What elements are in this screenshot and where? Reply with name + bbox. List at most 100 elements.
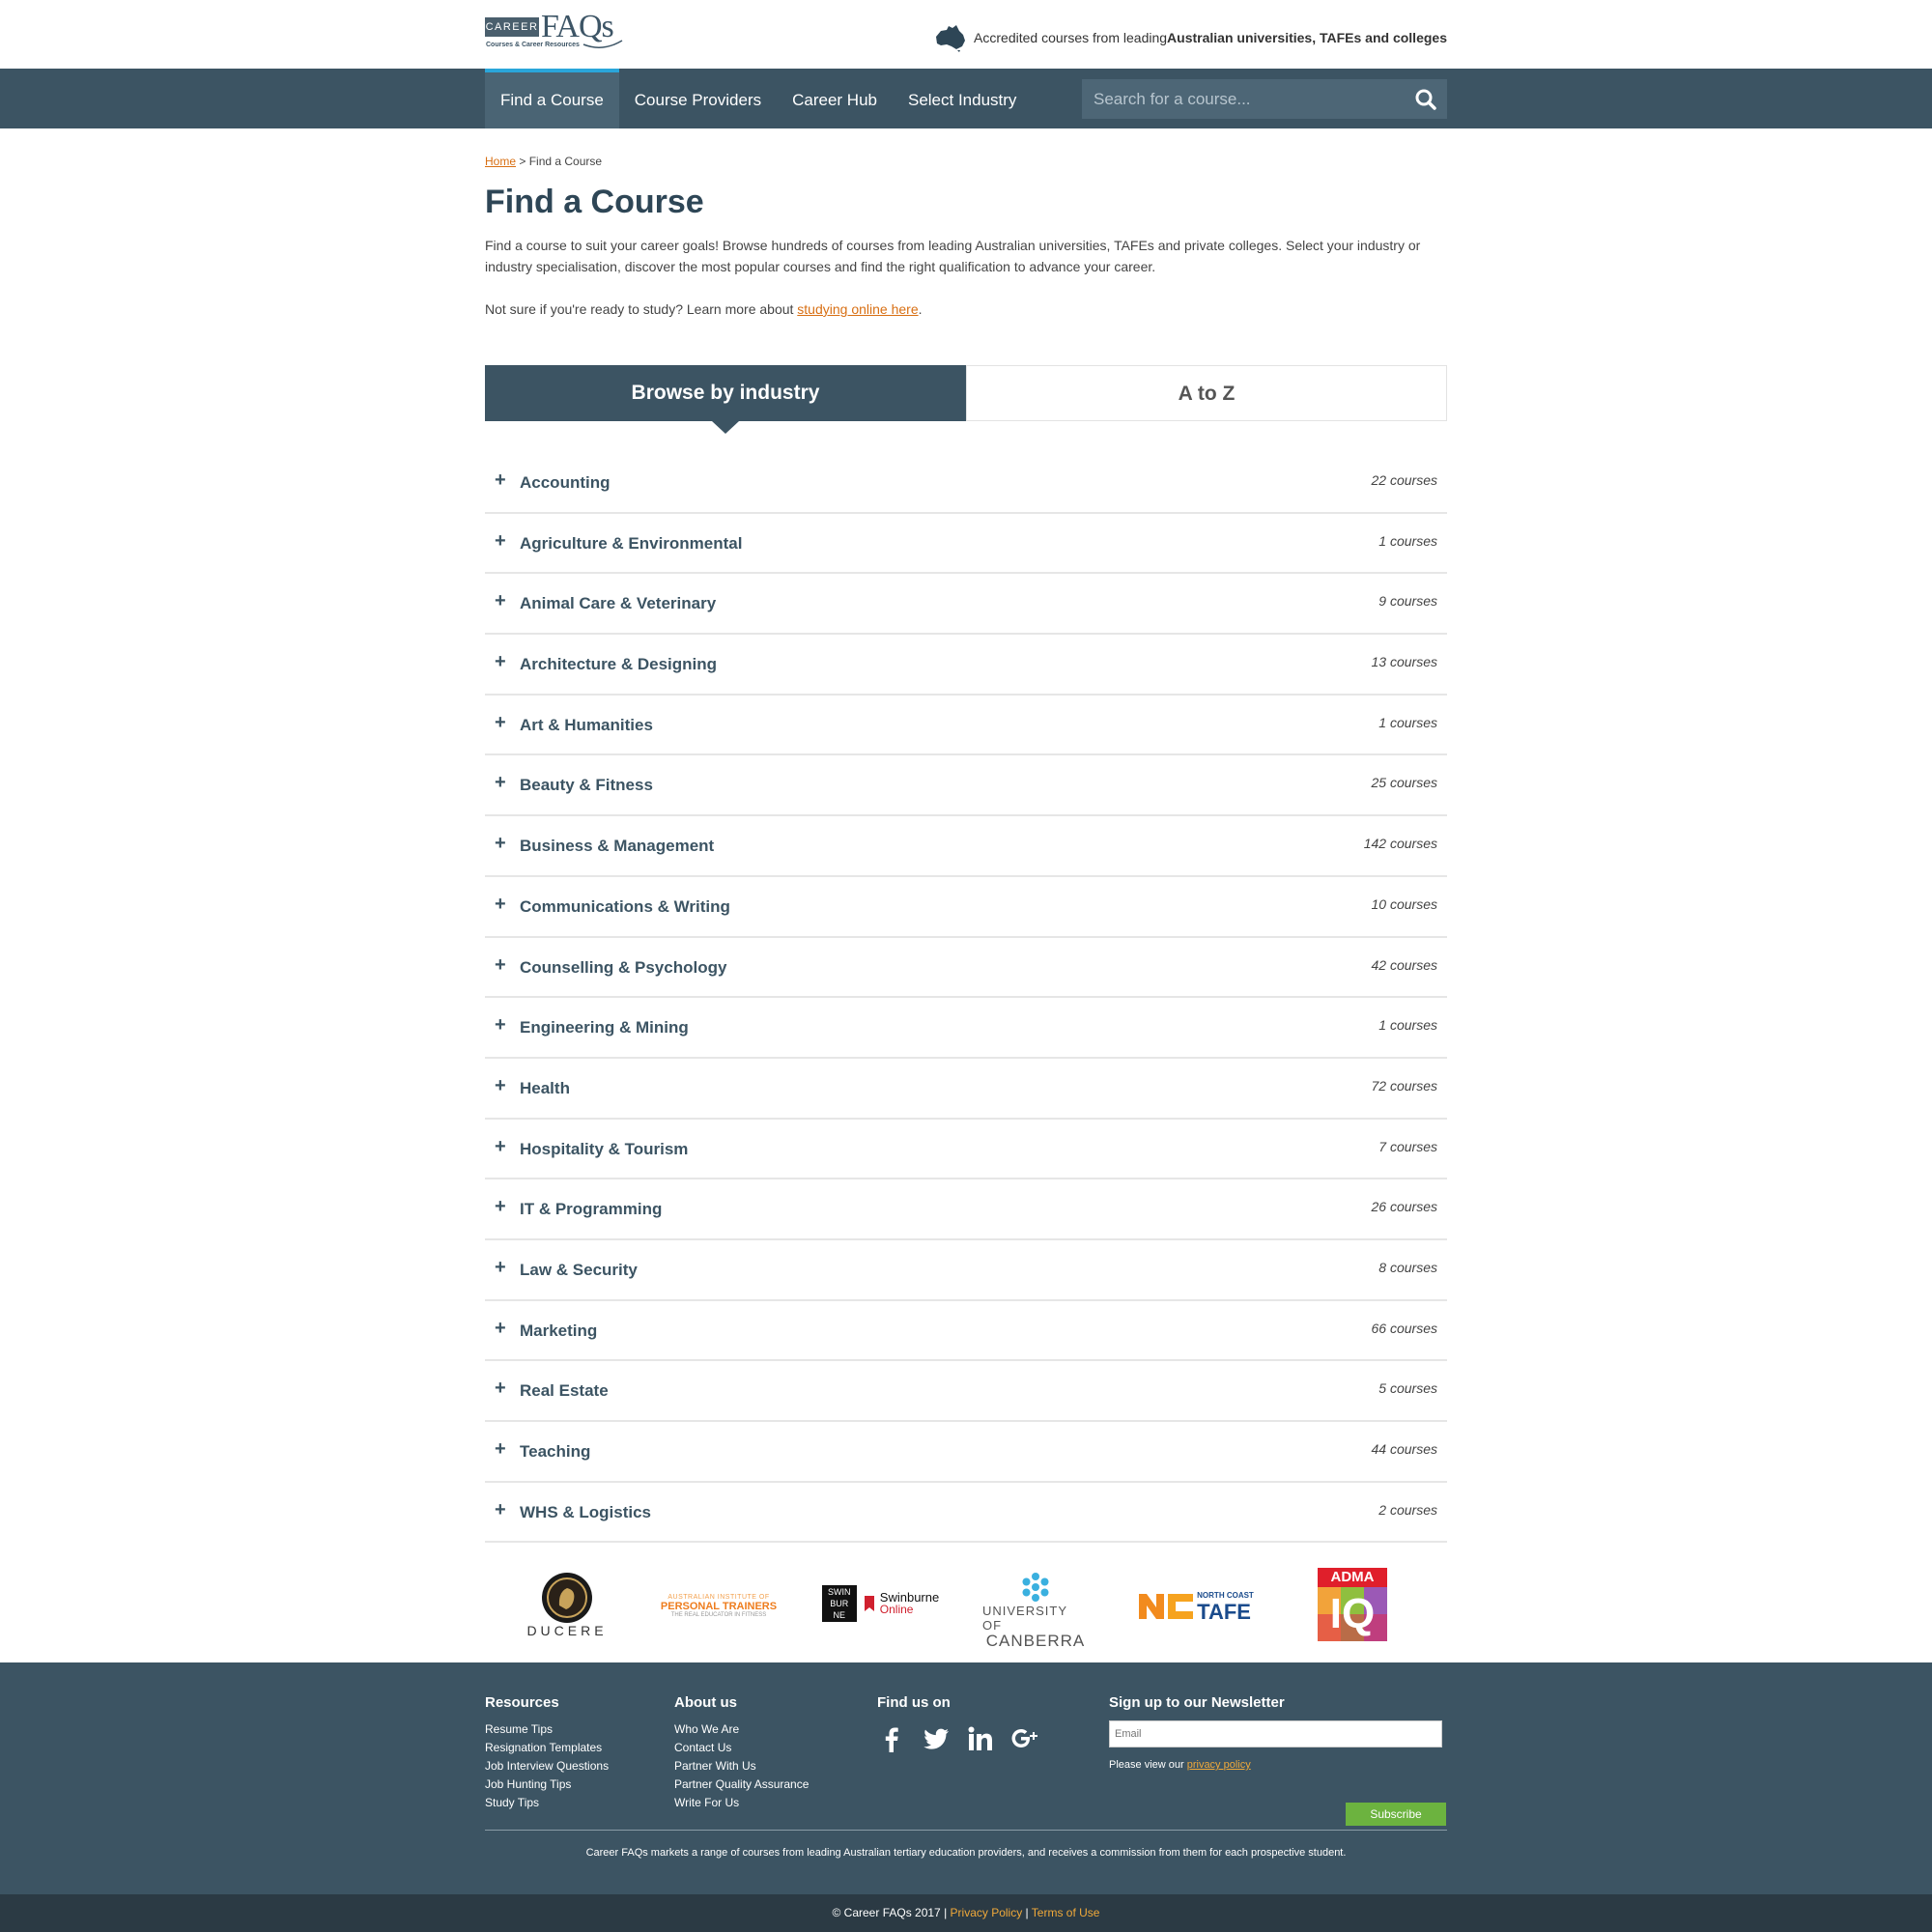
industry-name[interactable]: Engineering & Mining — [520, 1018, 689, 1037]
industry-name[interactable]: Art & Humanities — [520, 716, 653, 735]
accredited-banner: Accredited courses from leading Australi… — [933, 23, 1447, 52]
industry-row[interactable]: + WHS & Logistics 2 courses — [485, 1483, 1447, 1544]
industry-row[interactable]: + Counselling & Psychology 42 courses — [485, 938, 1447, 999]
industry-name[interactable]: Architecture & Designing — [520, 655, 717, 674]
industry-name[interactable]: Marketing — [520, 1321, 597, 1341]
industry-name[interactable]: Real Estate — [520, 1381, 609, 1401]
footer-link-partner-with-us[interactable]: Partner With Us — [674, 1757, 809, 1776]
industry-name[interactable]: Health — [520, 1079, 570, 1098]
aipt-logo[interactable]: AUSTRALIAN INSTITUTE OF PERSONAL TRAINER… — [657, 1581, 781, 1630]
industry-row[interactable]: + Hospitality & Tourism 7 courses — [485, 1120, 1447, 1180]
twitter-icon[interactable] — [922, 1724, 951, 1753]
footer-social: Find us on — [877, 1694, 1039, 1753]
ducere-logo[interactable]: DUCERE — [524, 1569, 611, 1646]
studying-online-link[interactable]: studying online here — [797, 301, 918, 317]
expand-plus-icon[interactable]: + — [495, 1500, 506, 1520]
privacy-policy-link[interactable]: Privacy Policy — [951, 1906, 1023, 1919]
industry-row[interactable]: + Agriculture & Environmental 1 courses — [485, 514, 1447, 575]
expand-plus-icon[interactable]: + — [495, 1076, 506, 1095]
adma-iq-text: IQ — [1329, 1590, 1376, 1638]
expand-plus-icon[interactable]: + — [495, 1378, 506, 1398]
footer-resources: Resources Resume Tips Resignation Templa… — [485, 1694, 609, 1812]
industry-name[interactable]: Counselling & Psychology — [520, 958, 726, 978]
university-of-canberra-logo[interactable]: UNIVERSITY OF CANBERRA — [982, 1570, 1089, 1649]
adma-iq-logo[interactable]: ADMA IQ — [1318, 1568, 1387, 1642]
expand-plus-icon[interactable]: + — [495, 531, 506, 551]
footer-link-contact-us[interactable]: Contact Us — [674, 1739, 809, 1757]
nav-career-hub[interactable]: Career Hub — [777, 69, 893, 128]
industry-row[interactable]: + Business & Management 142 courses — [485, 816, 1447, 877]
nav-select-industry[interactable]: Select Industry — [893, 69, 1032, 128]
footer-link-job-hunting-tips[interactable]: Job Hunting Tips — [485, 1776, 609, 1794]
tab-browse-by-industry[interactable]: Browse by industry — [485, 365, 966, 434]
copyright-bar: © Career FAQs 2017 | Privacy Policy | Te… — [0, 1894, 1932, 1932]
expand-plus-icon[interactable]: + — [495, 713, 506, 732]
nav-course-providers[interactable]: Course Providers — [619, 69, 777, 128]
career-faqs-logo[interactable]: CAREER FAQs Courses & Career Resources — [485, 11, 625, 54]
footer-link-resignation-templates[interactable]: Resignation Templates — [485, 1739, 609, 1757]
industry-name[interactable]: Business & Management — [520, 837, 714, 856]
industry-name[interactable]: Law & Security — [520, 1261, 638, 1280]
industry-row[interactable]: + Animal Care & Veterinary 9 courses — [485, 574, 1447, 636]
industry-row[interactable]: + Architecture & Designing 13 courses — [485, 635, 1447, 696]
search-icon[interactable] — [1414, 88, 1437, 111]
industry-name[interactable]: Hospitality & Tourism — [520, 1140, 688, 1159]
breadcrumb-home-link[interactable]: Home — [485, 155, 516, 168]
industry-name[interactable]: Beauty & Fitness — [520, 776, 653, 795]
facebook-icon[interactable] — [877, 1724, 906, 1753]
expand-plus-icon[interactable]: + — [495, 1258, 506, 1277]
industry-row[interactable]: + IT & Programming 26 courses — [485, 1179, 1447, 1240]
industry-name[interactable]: Animal Care & Veterinary — [520, 594, 716, 613]
expand-plus-icon[interactable]: + — [495, 1137, 506, 1156]
industry-row[interactable]: + Real Estate 5 courses — [485, 1361, 1447, 1422]
footer-link-study-tips[interactable]: Study Tips — [485, 1794, 609, 1812]
industry-name[interactable]: IT & Programming — [520, 1200, 662, 1219]
industry-row[interactable]: + Art & Humanities 1 courses — [485, 696, 1447, 756]
expand-plus-icon[interactable]: + — [495, 591, 506, 611]
newsletter-privacy-link[interactable]: privacy policy — [1187, 1759, 1251, 1771]
linkedin-icon[interactable] — [966, 1724, 995, 1753]
industry-course-count: 13 courses — [1371, 654, 1437, 670]
industry-row[interactable]: + Communications & Writing 10 courses — [485, 877, 1447, 938]
expand-plus-icon[interactable]: + — [495, 1015, 506, 1035]
industry-name[interactable]: Accounting — [520, 473, 611, 493]
google-plus-icon[interactable] — [1010, 1724, 1039, 1753]
expand-plus-icon[interactable]: + — [495, 955, 506, 975]
swinburne-flag-icon — [864, 1596, 874, 1612]
footer-link-write-for-us[interactable]: Write For Us — [674, 1794, 809, 1812]
footer-link-partner-quality-assurance[interactable]: Partner Quality Assurance — [674, 1776, 809, 1794]
search-input[interactable] — [1082, 89, 1401, 109]
footer-resources-title: Resources — [485, 1694, 559, 1711]
industry-row[interactable]: + Law & Security 8 courses — [485, 1240, 1447, 1301]
expand-plus-icon[interactable]: + — [495, 773, 506, 792]
expand-plus-icon[interactable]: + — [495, 1319, 506, 1338]
industry-row[interactable]: + Teaching 44 courses — [485, 1422, 1447, 1483]
swinburne-logo[interactable]: SWIN BUR NE Swinburne Online — [815, 1579, 946, 1628]
nc-tafe-text: TAFE — [1197, 1600, 1251, 1625]
industry-name[interactable]: Teaching — [520, 1442, 590, 1462]
footer-link-job-interview-questions[interactable]: Job Interview Questions — [485, 1757, 609, 1776]
footer-link-who-we-are[interactable]: Who We Are — [674, 1720, 809, 1739]
industry-row[interactable]: + Accounting 22 courses — [485, 453, 1447, 514]
expand-plus-icon[interactable]: + — [495, 470, 506, 490]
industry-name[interactable]: WHS & Logistics — [520, 1503, 651, 1522]
industry-row[interactable]: + Health 72 courses — [485, 1059, 1447, 1120]
industry-row[interactable]: + Marketing 66 courses — [485, 1301, 1447, 1362]
industry-name[interactable]: Agriculture & Environmental — [520, 534, 742, 554]
industry-name[interactable]: Communications & Writing — [520, 897, 730, 917]
industry-course-count: 2 courses — [1378, 1501, 1437, 1518]
expand-plus-icon[interactable]: + — [495, 1439, 506, 1459]
expand-plus-icon[interactable]: + — [495, 895, 506, 914]
terms-of-use-link[interactable]: Terms of Use — [1032, 1906, 1100, 1919]
tab-a-to-z[interactable]: A to Z — [966, 365, 1447, 421]
subscribe-button[interactable]: Subscribe — [1346, 1803, 1446, 1826]
newsletter-email-input[interactable] — [1109, 1720, 1442, 1747]
expand-plus-icon[interactable]: + — [495, 652, 506, 671]
footer-link-resume-tips[interactable]: Resume Tips — [485, 1720, 609, 1739]
industry-row[interactable]: + Engineering & Mining 1 courses — [485, 998, 1447, 1059]
nav-find-a-course[interactable]: Find a Course — [485, 69, 619, 128]
expand-plus-icon[interactable]: + — [495, 1197, 506, 1216]
north-coast-tafe-logo[interactable]: NORTH COAST TAFE — [1130, 1581, 1261, 1630]
expand-plus-icon[interactable]: + — [495, 834, 506, 853]
industry-row[interactable]: + Beauty & Fitness 25 courses — [485, 755, 1447, 817]
